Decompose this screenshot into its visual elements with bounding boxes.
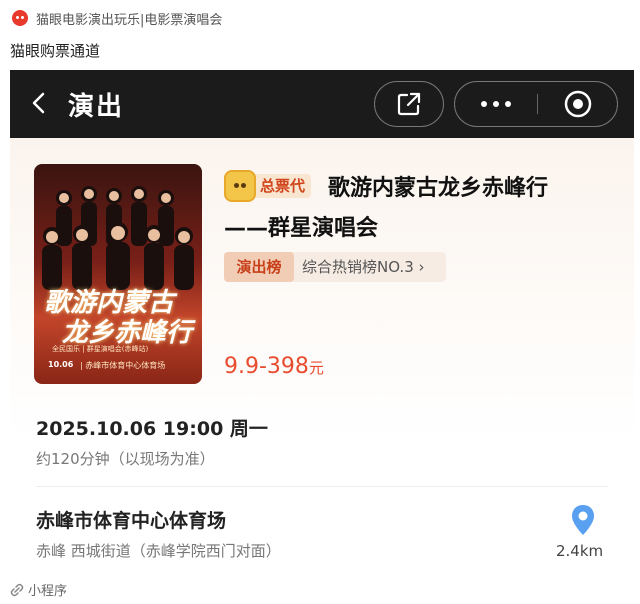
cat-badge-icon bbox=[224, 170, 256, 202]
more-icon bbox=[481, 101, 487, 107]
price-range: 9.9-398 bbox=[224, 354, 309, 379]
target-icon bbox=[564, 90, 592, 118]
event-detail: 歌游内蒙古 龙乡赤峰行 全民国乐 | 群星演唱会(赤峰站) 10.06 | 赤峰… bbox=[10, 138, 634, 570]
ranking-value: 综合热销榜NO.3 › bbox=[302, 258, 425, 276]
page-title: 演出 bbox=[68, 92, 125, 122]
venue-name[interactable]: 赤峰市体育中心体育场 bbox=[36, 506, 226, 533]
maoyan-logo-icon bbox=[12, 10, 28, 26]
map-pin-icon[interactable] bbox=[570, 504, 596, 536]
event-title: 歌游内蒙古龙乡赤峰行 bbox=[328, 176, 549, 201]
mini-program-frame: 演出 歌游内蒙古 龙乡赤峰行 全民国乐 | 群星演唱会(赤峰站) 10.06 |… bbox=[10, 70, 634, 570]
event-poster[interactable]: 歌游内蒙古 龙乡赤峰行 全民国乐 | 群星演唱会(赤峰站) 10.06 | 赤峰… bbox=[34, 164, 202, 384]
more-button[interactable] bbox=[455, 82, 537, 126]
price-unit: 元 bbox=[308, 359, 324, 377]
external-link-icon bbox=[397, 92, 421, 116]
miniprogram-icon bbox=[10, 583, 24, 596]
ranking-label: 演出榜 bbox=[224, 252, 294, 282]
poster-tagline: 全民国乐 | 群星演唱会(赤峰站) bbox=[52, 345, 149, 353]
back-icon[interactable] bbox=[28, 92, 50, 114]
venue-distance: 2.4km bbox=[556, 542, 604, 560]
footer-label: 小程序 bbox=[28, 584, 68, 599]
poster-venue: | 赤峰市体育中心体育场 bbox=[80, 361, 166, 370]
channel-subtitle: 猫眼购票通道 bbox=[10, 42, 101, 60]
performers-image bbox=[42, 186, 194, 290]
venue-address[interactable]: 赤峰 西城街道（赤峰学院西门对面） bbox=[36, 540, 281, 561]
agent-badge: 总票代 bbox=[250, 174, 312, 198]
nav-header: 演出 bbox=[10, 70, 634, 138]
site-bar: 猫眼电影演出玩乐|电影票演唱会 bbox=[0, 0, 640, 36]
divider bbox=[36, 486, 608, 487]
close-miniprogram-button[interactable] bbox=[538, 82, 618, 126]
poster-date: 10.06 bbox=[48, 360, 74, 369]
event-duration: 约120分钟（以现场为准） bbox=[36, 450, 215, 468]
ranking-chip[interactable]: 演出榜 综合热销榜NO.3 › bbox=[224, 252, 446, 282]
share-button[interactable] bbox=[374, 81, 444, 127]
site-title: 猫眼电影演出玩乐|电影票演唱会 bbox=[36, 12, 223, 28]
footer: 小程序 bbox=[10, 580, 67, 599]
capsule-menu bbox=[454, 81, 618, 127]
event-title-line2: ——群星演唱会 bbox=[224, 216, 379, 241]
event-datetime: 2025.10.06 19:00 周一 bbox=[36, 418, 268, 440]
price: 9.9-398元 bbox=[224, 354, 324, 379]
